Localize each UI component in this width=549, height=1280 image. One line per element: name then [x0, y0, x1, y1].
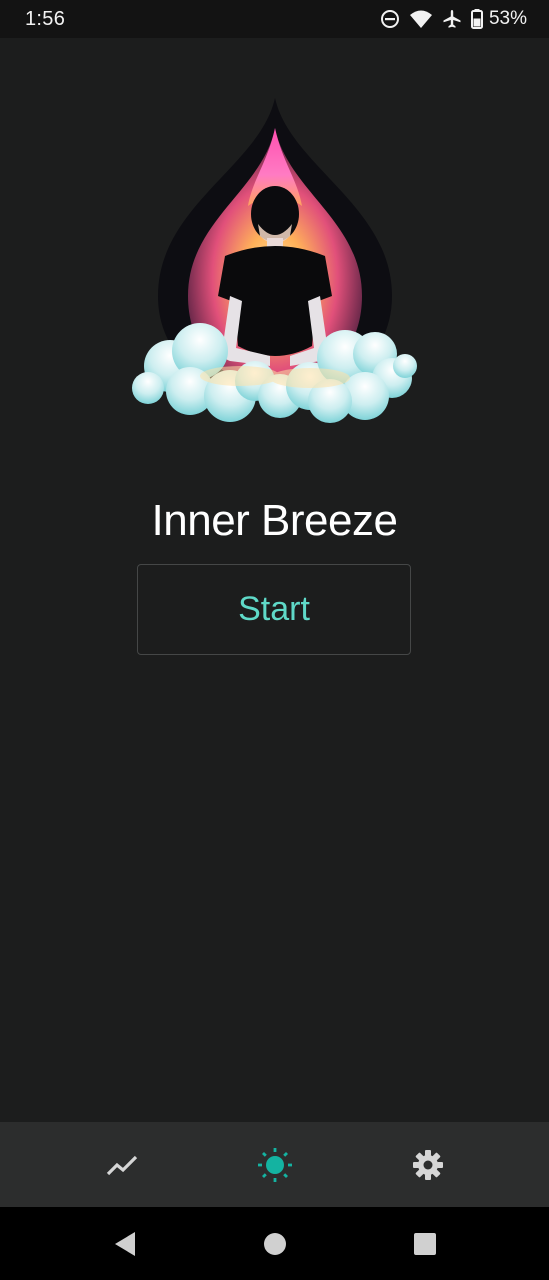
trend-chart-icon — [106, 1155, 137, 1175]
status-icons: 53% — [380, 8, 527, 30]
sun-icon — [257, 1147, 292, 1182]
system-navigation-bar — [0, 1207, 549, 1280]
start-button[interactable]: Start — [137, 564, 411, 655]
main-content: Inner Breeze Start — [0, 38, 549, 1122]
do-not-disturb-icon — [380, 10, 399, 28]
nav-item-settings[interactable] — [398, 1135, 458, 1195]
app-title: Inner Breeze — [151, 496, 398, 545]
meditation-illustration — [132, 98, 417, 423]
bottom-navigation — [0, 1122, 549, 1207]
battery-icon — [470, 9, 483, 29]
gear-icon — [412, 1149, 443, 1180]
wifi-icon — [409, 10, 432, 28]
recents-icon — [413, 1232, 436, 1255]
system-back-button[interactable] — [105, 1224, 145, 1264]
status-bar: 1:56 53% — [0, 0, 549, 38]
system-recents-button[interactable] — [405, 1224, 445, 1264]
system-home-button[interactable] — [255, 1224, 295, 1264]
battery-percentage: 53% — [488, 8, 527, 29]
app-screen: 1:56 53% Inner Breeze Start — [0, 0, 549, 1280]
back-icon — [114, 1231, 135, 1256]
airplane-icon — [443, 10, 461, 28]
home-icon — [263, 1232, 286, 1255]
nav-item-stats[interactable] — [92, 1135, 152, 1195]
nav-item-meditate[interactable] — [245, 1135, 305, 1195]
status-time: 1:56 — [25, 7, 66, 30]
